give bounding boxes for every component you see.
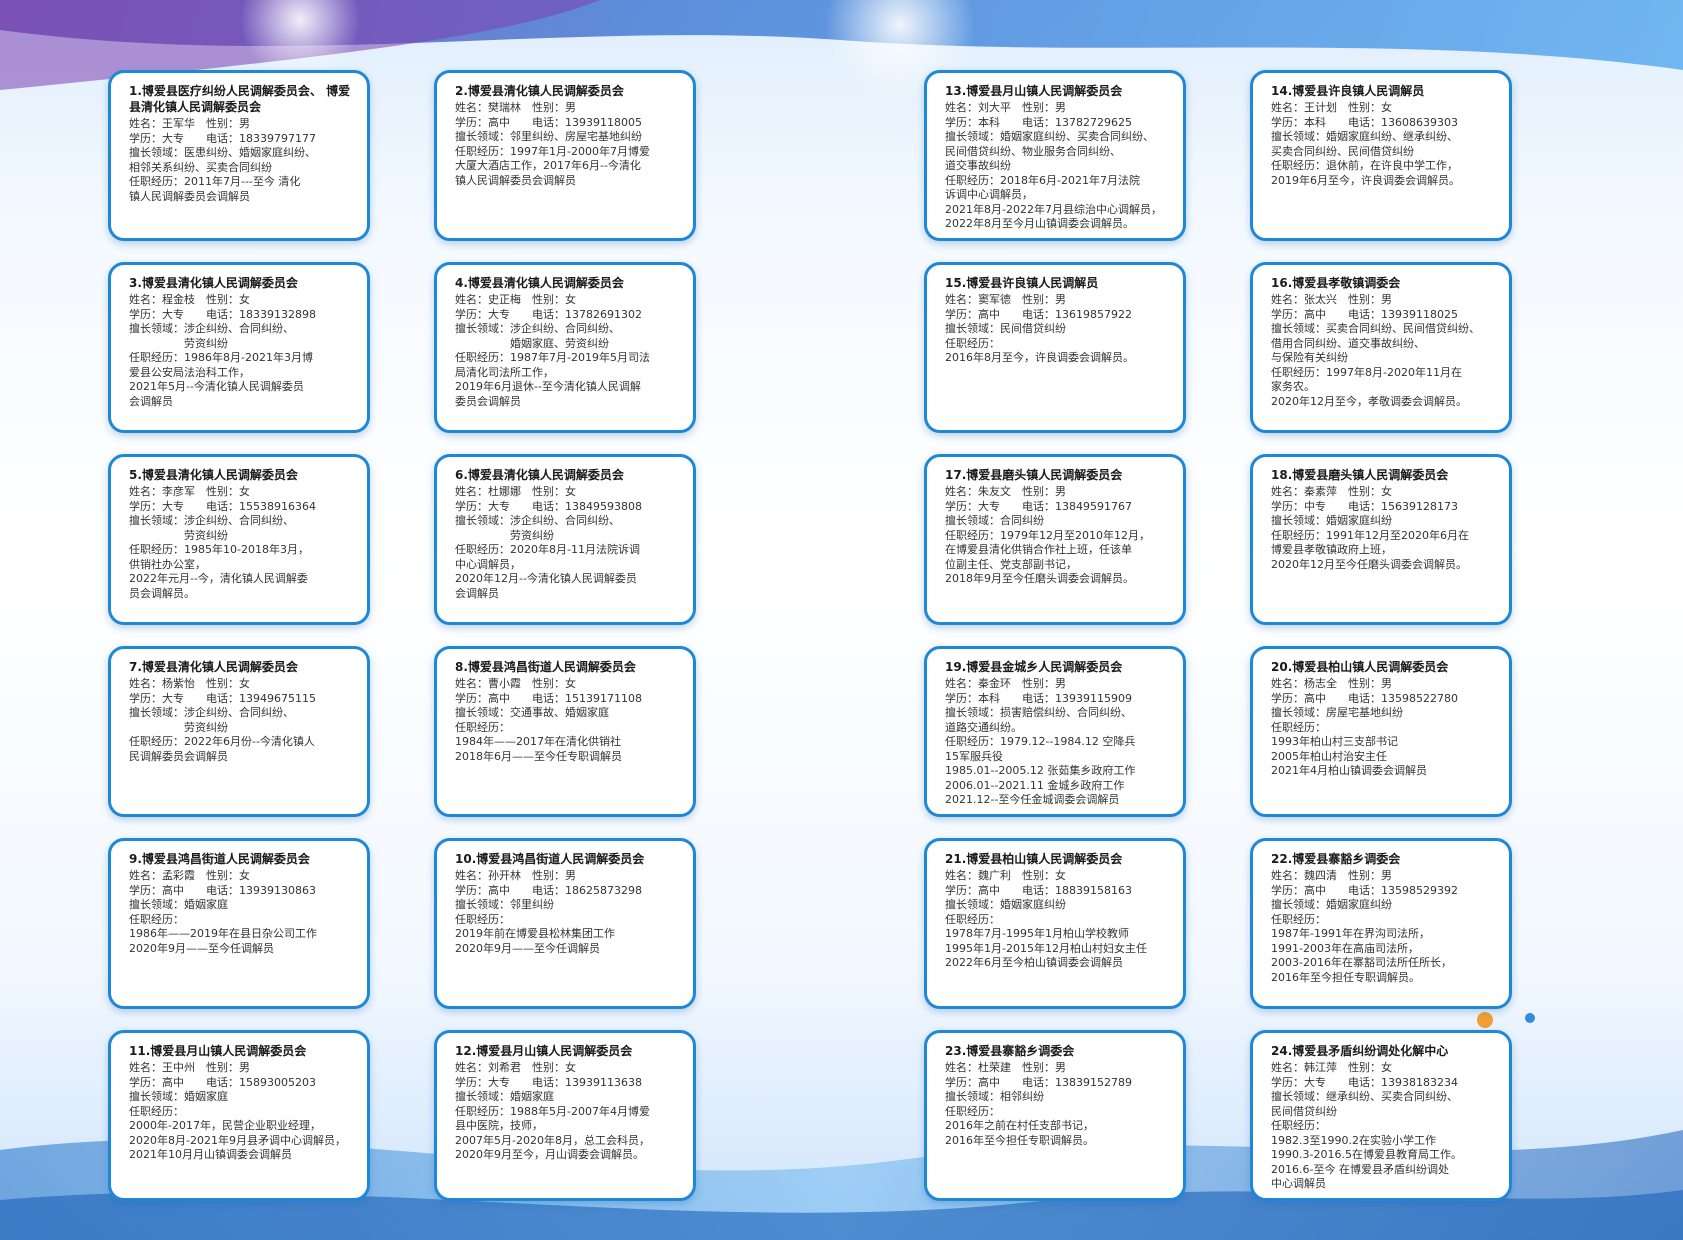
card-body: 姓名：孟彩霞 性别：女 学历：高中 电话：13939130863 擅长领域：婚姻… (129, 869, 317, 955)
card-body: 姓名：秦金环 性别：男 学历：本科 电话：13939115909 擅长领域：损害… (945, 677, 1136, 806)
mediator-card-17: 17.博爱县磨头镇人民调解委员会 姓名：朱友文 性别：男 学历：大专 电话：13… (924, 454, 1186, 625)
mediator-card-3: 3.博爱县清化镇人民调解委员会 姓名：程金枝 性别：女 学历：大专 电话：183… (108, 262, 370, 433)
card-title: 8.博爱县鸿昌街道人民调解委员会 (455, 660, 636, 674)
card-body: 姓名：韩江萍 性别：女 学历：大专 电话：13938183234 擅长领域：继承… (1271, 1061, 1462, 1190)
mediator-card-21: 21.博爱县柏山镇人民调解委员会 姓名：魏广利 性别：女 学历：高中 电话：18… (924, 838, 1186, 1009)
card-body: 姓名：李彦军 性别：女 学历：大专 电话：15538916364 擅长领域：涉企… (129, 485, 316, 600)
card-body: 姓名：杨志全 性别：男 学历：高中 电话：13598522780 擅长领域：房屋… (1271, 677, 1458, 777)
mediator-card-16: 16.博爱县孝敬镇调委会 姓名：张太兴 性别：男 学历：高中 电话：139391… (1250, 262, 1512, 433)
card-body: 姓名：杜娜娜 性别：女 学历：大专 电话：13849593808 擅长领域：涉企… (455, 485, 642, 600)
mediator-card-9: 9.博爱县鸿昌街道人民调解委员会 姓名：孟彩霞 性别：女 学历：高中 电话：13… (108, 838, 370, 1009)
card-title: 9.博爱县鸿昌街道人民调解委员会 (129, 852, 310, 866)
mediator-card-6: 6.博爱县清化镇人民调解委员会 姓名：杜娜娜 性别：女 学历：大专 电话：138… (434, 454, 696, 625)
mediator-card-5: 5.博爱县清化镇人民调解委员会 姓名：李彦军 性别：女 学历：大专 电话：155… (108, 454, 370, 625)
mediator-card-13: 13.博爱县月山镇人民调解委员会 姓名：刘大平 性别：男 学历：本科 电话：13… (924, 70, 1186, 241)
card-body: 姓名：窦军德 性别：男 学历：高中 电话：13619857922 擅长领域：民间… (945, 293, 1134, 364)
card-title: 4.博爱县清化镇人民调解委员会 (455, 276, 624, 290)
card-body: 姓名：魏四清 性别：男 学历：高中 电话：13598529392 擅长领域：婚姻… (1271, 869, 1458, 984)
card-title: 13.博爱县月山镇人民调解委员会 (945, 84, 1123, 98)
mediator-card-4: 4.博爱县清化镇人民调解委员会 姓名：史正梅 性别：女 学历：大专 电话：137… (434, 262, 696, 433)
mediator-card-10: 10.博爱县鸿昌街道人民调解委员会 姓名：孙开林 性别：男 学历：高中 电话：1… (434, 838, 696, 1009)
card-title: 3.博爱县清化镇人民调解委员会 (129, 276, 298, 290)
mediator-card-23: 23.博爱县寨豁乡调委会 姓名：杜荣建 性别：男 学历：高中 电话：138391… (924, 1030, 1186, 1201)
card-title: 17.博爱县磨头镇人民调解委员会 (945, 468, 1123, 482)
mediator-card-19: 19.博爱县金城乡人民调解委员会 姓名：秦金环 性别：男 学历：本科 电话：13… (924, 646, 1186, 817)
card-body: 姓名：刘希君 性别：女 学历：大专 电话：13939113638 擅长领域：婚姻… (455, 1061, 650, 1161)
card-body: 姓名：樊瑞林 性别：男 学历：高中 电话：13939118005 擅长领域：邻里… (455, 101, 650, 187)
card-body: 姓名：张太兴 性别：男 学历：高中 电话：13939118025 擅长领域：买卖… (1271, 293, 1480, 408)
mediator-card-1: 1.博爱县医疗纠纷人民调解委员会、 博爱县清化镇人民调解委员会 姓名：王军华 性… (108, 70, 370, 241)
card-title: 12.博爱县月山镇人民调解委员会 (455, 1044, 633, 1058)
card-title: 16.博爱县孝敬镇调委会 (1271, 276, 1401, 290)
card-body: 姓名：王计划 性别：女 学历：本科 电话：13608639303 擅长领域：婚姻… (1271, 101, 1460, 187)
card-title: 10.博爱县鸿昌街道人民调解委员会 (455, 852, 645, 866)
card-title: 18.博爱县磨头镇人民调解委员会 (1271, 468, 1449, 482)
card-title: 22.博爱县寨豁乡调委会 (1271, 852, 1401, 866)
card-body: 姓名：王中州 性别：男 学历：高中 电话：15893005203 擅长领域：婚姻… (129, 1061, 346, 1161)
card-title: 11.博爱县月山镇人民调解委员会 (129, 1044, 307, 1058)
mediator-card-24: 24.博爱县矛盾纠纷调处化解中心 姓名：韩江萍 性别：女 学历：大专 电话：13… (1250, 1030, 1512, 1201)
card-body: 姓名：刘大平 性别：男 学历：本科 电话：13782729625 擅长领域：婚姻… (945, 101, 1162, 230)
card-body: 姓名：王军华 性别：男 学历：大专 电话：18339797177 擅长领域：医患… (129, 117, 316, 203)
card-title: 21.博爱县柏山镇人民调解委员会 (945, 852, 1123, 866)
card-title: 14.博爱县许良镇人民调解员 (1271, 84, 1425, 98)
mediator-card-2: 2.博爱县清化镇人民调解委员会 姓名：樊瑞林 性别：男 学历：高中 电话：139… (434, 70, 696, 241)
mediator-card-7: 7.博爱县清化镇人民调解委员会 姓名：杨紫怡 性别：女 学历：大专 电话：139… (108, 646, 370, 817)
card-body: 姓名：朱友文 性别：男 学历：大专 电话：13849591767 擅长领域：合同… (945, 485, 1150, 585)
card-title: 19.博爱县金城乡人民调解委员会 (945, 660, 1123, 674)
card-title: 23.博爱县寨豁乡调委会 (945, 1044, 1075, 1058)
card-title: 24.博爱县矛盾纠纷调处化解中心 (1271, 1044, 1449, 1058)
card-title: 2.博爱县清化镇人民调解委员会 (455, 84, 624, 98)
mediator-card-8: 8.博爱县鸿昌街道人民调解委员会 姓名：曹小霞 性别：女 学历：高中 电话：15… (434, 646, 696, 817)
card-title: 7.博爱县清化镇人民调解委员会 (129, 660, 298, 674)
mediator-card-22: 22.博爱县寨豁乡调委会 姓名：魏四清 性别：男 学历：高中 电话：135985… (1250, 838, 1512, 1009)
card-title: 15.博爱县许良镇人民调解员 (945, 276, 1099, 290)
mediator-card-20: 20.博爱县柏山镇人民调解委员会 姓名：杨志全 性别：男 学历：高中 电话：13… (1250, 646, 1512, 817)
card-body: 姓名：曹小霞 性别：女 学历：高中 电话：15139171108 擅长领域：交通… (455, 677, 642, 763)
card-body: 姓名：杨紫怡 性别：女 学历：大专 电话：13949675115 擅长领域：涉企… (129, 677, 316, 763)
mediator-card-11: 11.博爱县月山镇人民调解委员会 姓名：王中州 性别：男 学历：高中 电话：15… (108, 1030, 370, 1201)
card-title: 20.博爱县柏山镇人民调解委员会 (1271, 660, 1449, 674)
card-title: 1.博爱县医疗纠纷人民调解委员会、 博爱县清化镇人民调解委员会 (129, 84, 351, 114)
mediator-card-18: 18.博爱县磨头镇人民调解委员会 姓名：秦素萍 性别：女 学历：中专 电话：15… (1250, 454, 1512, 625)
card-body: 姓名：孙开林 性别：男 学历：高中 电话：18625873298 擅长领域：邻里… (455, 869, 642, 955)
card-body: 姓名：程金枝 性别：女 学历：大专 电话：18339132898 擅长领域：涉企… (129, 293, 316, 408)
mediator-card-12: 12.博爱县月山镇人民调解委员会 姓名：刘希君 性别：女 学历：大专 电话：13… (434, 1030, 696, 1201)
card-body: 姓名：魏广利 性别：女 学历：高中 电话：18839158163 擅长领域：婚姻… (945, 869, 1147, 969)
card-body: 姓名：杜荣建 性别：男 学历：高中 电话：13839152789 擅长领域：相邻… (945, 1061, 1132, 1147)
card-title: 6.博爱县清化镇人民调解委员会 (455, 468, 624, 482)
card-body: 姓名：史正梅 性别：女 学历：大专 电话：13782691302 擅长领域：涉企… (455, 293, 650, 408)
mediator-card-15: 15.博爱县许良镇人民调解员 姓名：窦军德 性别：男 学历：高中 电话：1361… (924, 262, 1186, 433)
mediator-card-14: 14.博爱县许良镇人民调解员 姓名：王计划 性别：女 学历：本科 电话：1360… (1250, 70, 1512, 241)
card-body: 姓名：秦素萍 性别：女 学历：中专 电话：15639128173 擅长领域：婚姻… (1271, 485, 1469, 571)
card-title: 5.博爱县清化镇人民调解委员会 (129, 468, 298, 482)
